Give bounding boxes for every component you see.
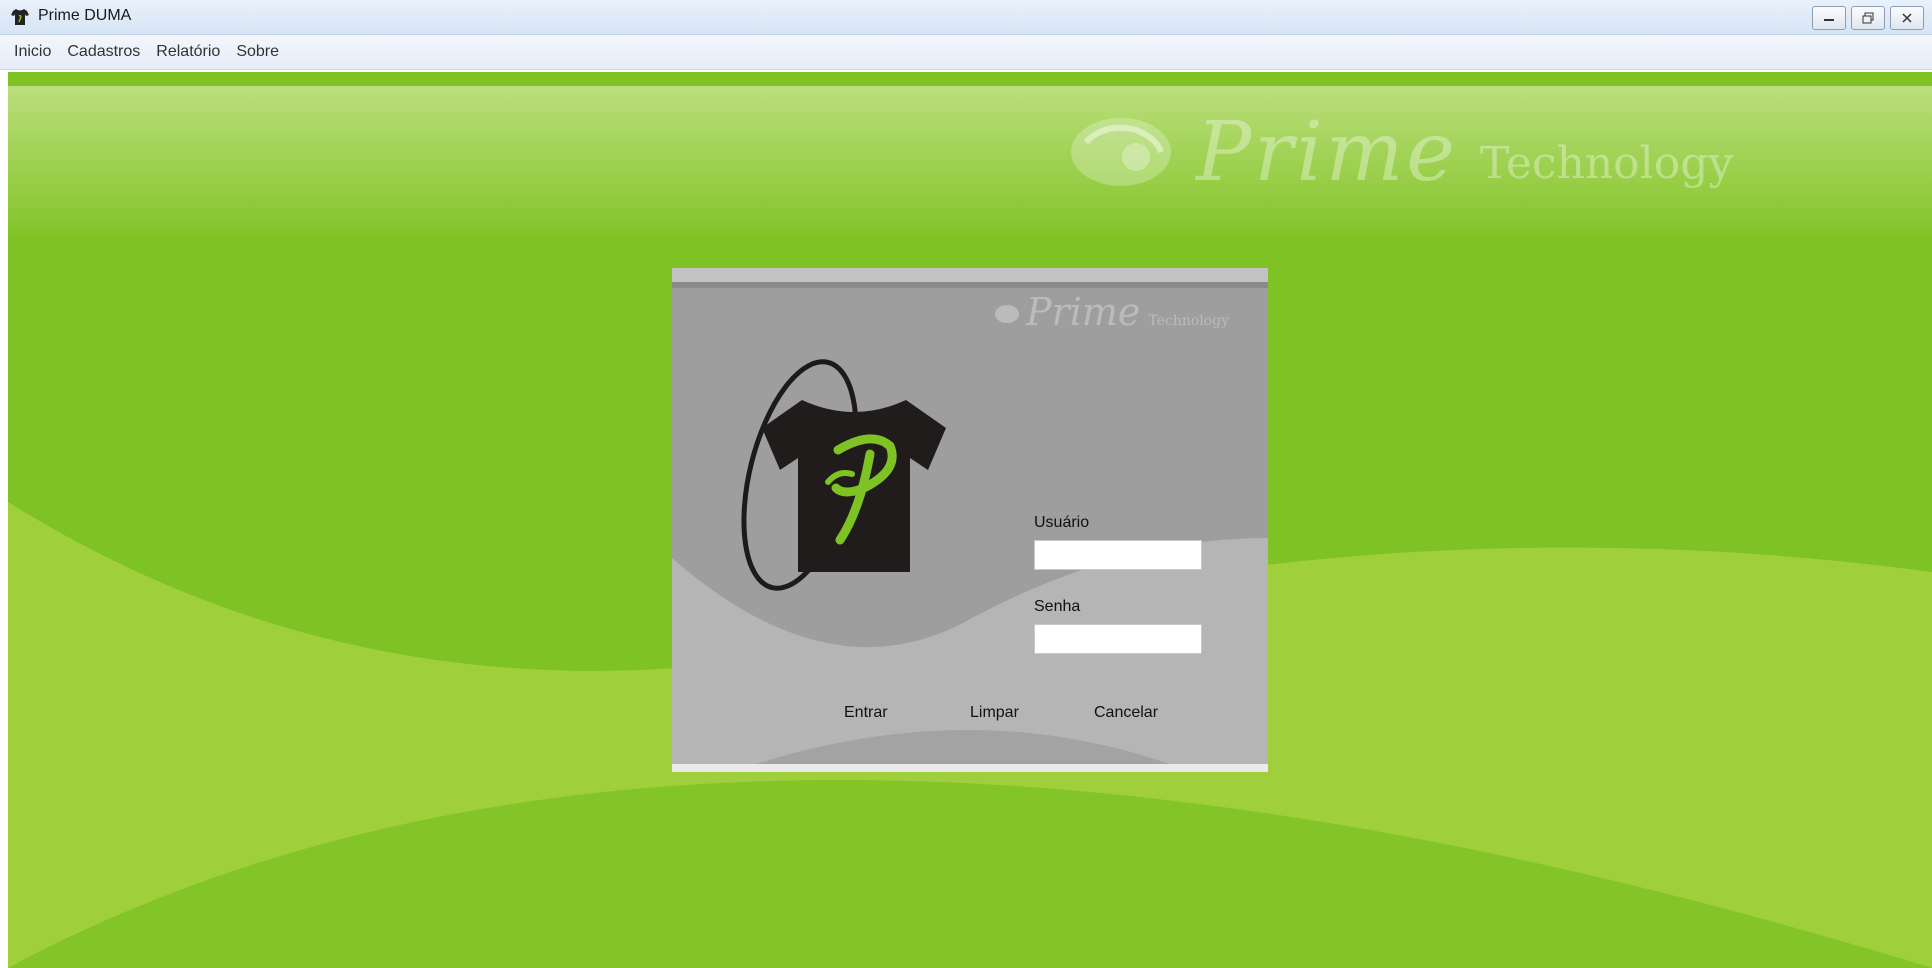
entrar-button[interactable]: Entrar [836, 700, 896, 726]
menu-item-inicio[interactable]: Inicio [8, 39, 57, 65]
menu-item-sobre[interactable]: Sobre [230, 39, 285, 65]
cancelar-button[interactable]: Cancelar [1086, 700, 1166, 726]
senha-label: Senha [1034, 598, 1081, 615]
login-dialog: Prime Technology Usuário Senha Entrar Li… [672, 268, 1268, 772]
brand-technology-text: Technology [1479, 137, 1734, 189]
dialog-brand-technology: Technology [1148, 313, 1230, 329]
close-button[interactable] [1890, 6, 1924, 30]
menu-item-relatorio[interactable]: Relatório [150, 39, 226, 65]
restore-button[interactable] [1851, 6, 1885, 30]
senha-input[interactable] [1034, 624, 1202, 654]
usuario-label: Usuário [1034, 514, 1090, 531]
dialog-brand: Prime Technology [994, 290, 1229, 334]
dialog-brand-prime: Prime [1026, 290, 1141, 334]
globe-icon [1071, 118, 1171, 186]
close-icon [1902, 13, 1912, 23]
dialog-bottom-border [672, 764, 1268, 772]
menu-bar: Inicio Cadastros Relatório Sobre [0, 35, 1932, 70]
prime-technology-brand: Prime Technology [1066, 92, 1733, 212]
prime-tshirt-logo [741, 359, 946, 591]
main-area: Prime Technology Prime Technology Usuári… [8, 72, 1932, 968]
limpar-button[interactable]: Limpar [962, 700, 1027, 726]
minimize-button[interactable] [1812, 6, 1846, 30]
usuario-input[interactable] [1034, 540, 1202, 570]
menu-item-cadastros[interactable]: Cadastros [61, 39, 146, 65]
window-title-bar: Prime DUMA [0, 0, 1932, 35]
minimize-icon [1824, 19, 1834, 21]
window-title: Prime DUMA [38, 7, 132, 24]
globe-small-icon [995, 305, 1019, 323]
brand-prime-text: Prime [1196, 104, 1458, 200]
restore-icon [1862, 12, 1874, 24]
tshirt-app-icon [11, 9, 29, 25]
